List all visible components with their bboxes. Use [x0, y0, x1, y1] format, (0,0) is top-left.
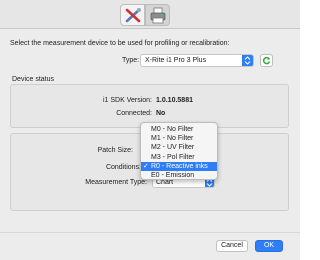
menu-item-m1[interactable]: M1 - No Filter	[141, 134, 217, 143]
connected-value: No	[156, 110, 166, 117]
ok-button[interactable]: OK	[255, 240, 283, 252]
type-label: Type:	[122, 57, 140, 64]
tab-printer[interactable]	[145, 4, 170, 26]
tools-icon	[125, 8, 141, 23]
menu-item-m3[interactable]: M3 - Pol Filter	[141, 153, 217, 162]
tab-tools[interactable]	[120, 4, 145, 26]
connected-label: Connected:	[116, 110, 152, 117]
conditions-dropdown-menu: M0 - No Filter M1 - No Filter M2 - UV Fi…	[140, 122, 218, 180]
printer-icon	[150, 7, 166, 24]
cancel-button[interactable]: Cancel	[216, 240, 248, 252]
menu-item-r0[interactable]: ✓ R0 - Reactive inks	[141, 161, 217, 171]
checkmark-icon: ✓	[143, 162, 149, 170]
patch-size-label: Patch Size:	[97, 147, 133, 154]
sdk-version-value: 1.0.10.5881	[156, 97, 193, 104]
menu-item-e0[interactable]: E0 - Emission	[141, 171, 217, 180]
menu-item-label: M2 - UV Filter	[151, 144, 195, 152]
measurement-type-label: Measurement Type:	[85, 179, 147, 186]
intro-text: Select the measurement device to be used…	[10, 40, 230, 47]
device-type-select[interactable]: X-Rite i1 Pro 3 Plus	[140, 54, 254, 67]
toolbar-divider	[0, 28, 300, 29]
footer-divider	[0, 232, 300, 233]
menu-item-m2[interactable]: M2 - UV Filter	[141, 143, 217, 152]
preferences-window: Select the measurement device to be used…	[0, 0, 300, 260]
menu-item-label: M1 - No Filter	[151, 135, 194, 143]
menu-item-label: R0 - Reactive inks	[151, 162, 208, 170]
menu-item-m0[interactable]: M0 - No Filter	[141, 125, 217, 134]
toolbar	[0, 0, 300, 28]
conditions-label: Conditions:	[105, 164, 141, 171]
refresh-icon	[262, 56, 271, 65]
menu-item-label: M3 - Pol Filter	[151, 153, 195, 161]
refresh-button[interactable]	[260, 54, 273, 67]
sdk-version-label: i1 SDK Version:	[102, 97, 152, 104]
device-type-value: X-Rite i1 Pro 3 Plus	[145, 57, 207, 64]
select-stepper-icon	[242, 55, 253, 66]
menu-item-label: E0 - Emission	[151, 171, 195, 179]
device-status-title: Device status	[12, 76, 55, 83]
menu-item-label: M0 - No Filter	[151, 126, 194, 133]
